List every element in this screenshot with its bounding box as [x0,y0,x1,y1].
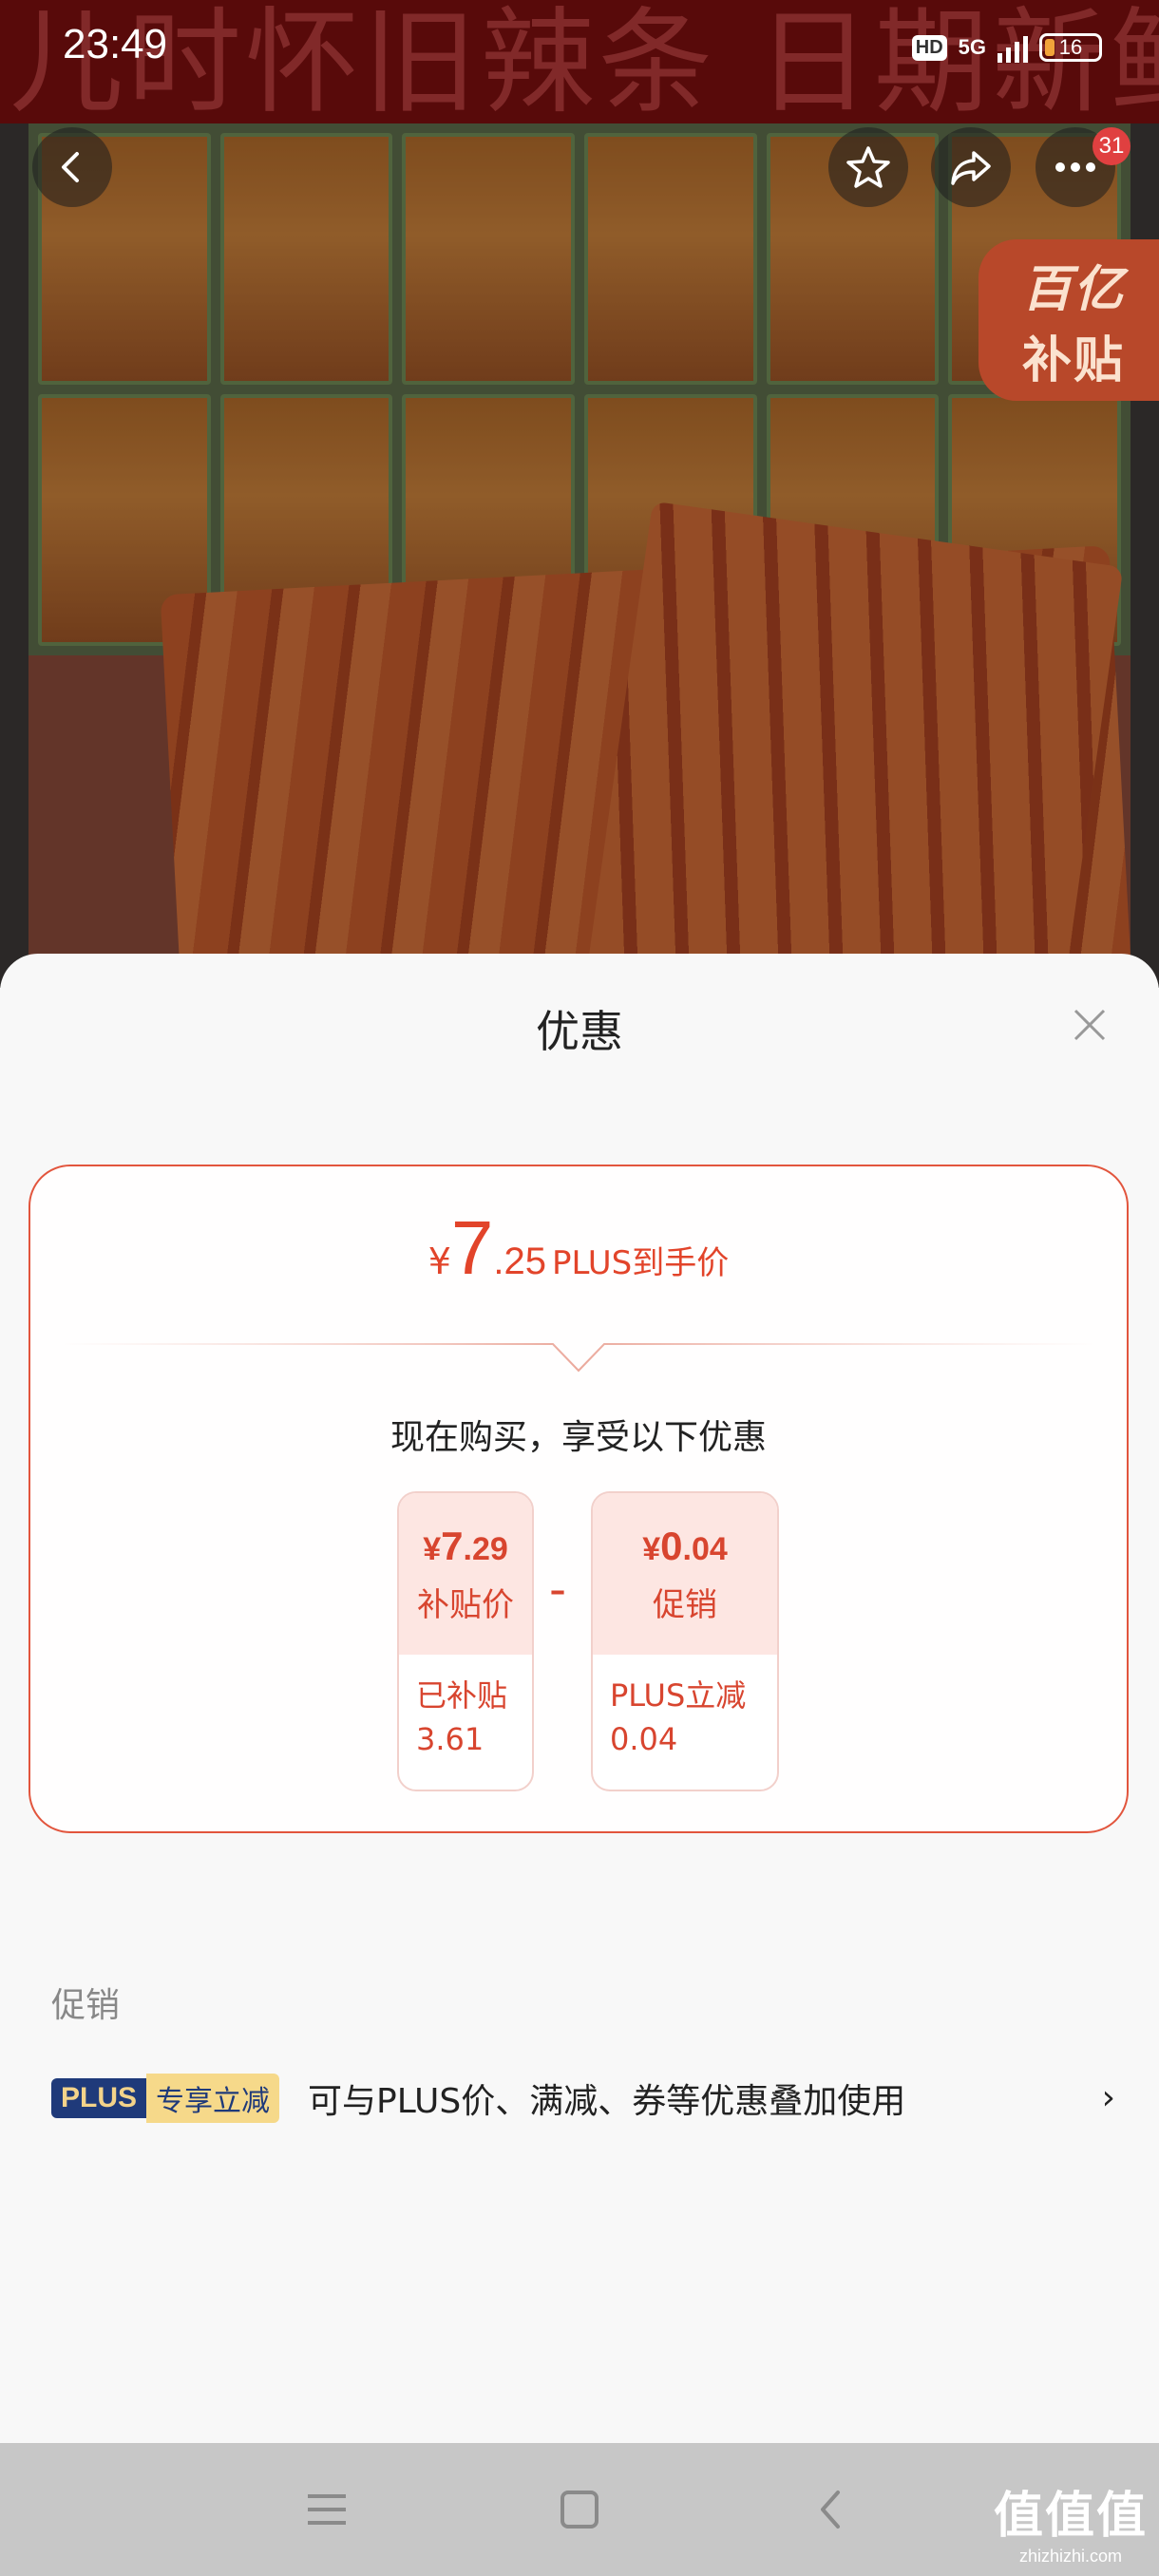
favorite-button[interactable] [828,127,908,207]
subsidy-badge-line1: 百亿 [1021,261,1125,318]
share-icon [951,151,991,185]
chevron-left-icon [62,152,79,182]
discount-sheet: 优惠 ¥7.25 PLUS到手价 现在购买，享受以下优惠 ¥7.29 补贴价 已补 [0,954,1159,2443]
subsidy-detail-amount: 3.61 [416,1721,484,1757]
subsidy-badge-line2: 补贴 [1021,332,1125,389]
pointer-divider [59,1343,1098,1373]
subsidy-price-integer: 7 [441,1523,464,1568]
promotion-row[interactable]: PLUS 专享立减 可与PLUS价、满减、券等优惠叠加使用 › [51,2069,1115,2128]
promotion-integer: 0 [660,1523,683,1568]
promotion-decimal: .04 [682,1530,728,1567]
system-navigation-bar: 值值值 zhizhizhi.com [0,2443,1159,2576]
battery-icon: 16 [1039,33,1102,62]
promotion-label: 促销 [653,1585,717,1624]
minus-operator: - [549,1562,567,1617]
status-time: 23:49 [63,21,168,67]
product-image-area: 儿时怀旧辣条 日期新鲜 23:49 HD 5G 16 31 百亿 补贴 [0,0,1159,988]
watermark-logo: 值值值 [993,2488,1148,2545]
plus-tag: PLUS [51,2078,147,2118]
share-button[interactable] [931,127,1011,207]
subsidy-price-box: ¥7.29 补贴价 已补贴 3.61 [397,1491,534,1791]
chevron-right-icon: › [1101,2078,1115,2117]
star-icon [846,146,890,188]
menu-icon[interactable] [298,2481,355,2538]
final-price-integer: 7 [450,1205,494,1290]
hd-icon: HD [911,34,947,61]
back-button[interactable] [32,127,112,207]
promotion-section-heading: 促销 [51,1986,121,2025]
final-price-label: PLUS到手价 [552,1244,730,1282]
subsidy-price-label: 补贴价 [417,1585,514,1624]
exclusive-discount-tag: 专享立减 [146,2074,280,2123]
promotion-currency: ¥ [642,1530,661,1567]
final-price-decimal: .25 [493,1241,547,1282]
promotion-detail-label: PLUS立减 [610,1677,747,1714]
sheet-title: 优惠 [536,1006,623,1057]
final-price-currency: ¥ [428,1241,451,1282]
signal-icon [998,32,1028,63]
back-icon[interactable] [804,2481,861,2538]
close-icon[interactable] [1068,1003,1112,1047]
status-icons: HD 5G 16 [911,32,1102,63]
watermark: 值值值 zhizhizhi.com [994,2475,1148,2567]
more-dots-icon [1055,162,1095,172]
price-breakdown-card: ¥7.25 PLUS到手价 现在购买，享受以下优惠 ¥7.29 补贴价 已补贴 3… [28,1165,1129,1833]
subsidy-price-currency: ¥ [423,1530,442,1567]
subsidy-detail-label: 已补贴 [416,1677,508,1714]
promotion-box: ¥0.04 促销 PLUS立减 0.04 [591,1491,779,1791]
home-icon[interactable] [551,2481,608,2538]
network-type: 5G [958,35,986,59]
message-count-badge: 31 [1092,127,1130,165]
promotion-detail-amount: 0.04 [610,1721,678,1757]
subsidy-price-decimal: .29 [463,1530,508,1567]
final-price: ¥7.25 PLUS到手价 [30,1204,1127,1292]
watermark-url: zhizhizhi.com [1018,2547,1123,2566]
breakdown-subtitle: 现在购买，享受以下优惠 [390,1418,767,1457]
battery-level: 16 [1058,35,1083,59]
subsidy-badge: 百亿 补贴 [978,239,1159,401]
status-bar: 23:49 HD 5G 16 [0,0,1159,95]
promotion-description: 可与PLUS价、满减、券等优惠叠加使用 [308,2082,906,2121]
